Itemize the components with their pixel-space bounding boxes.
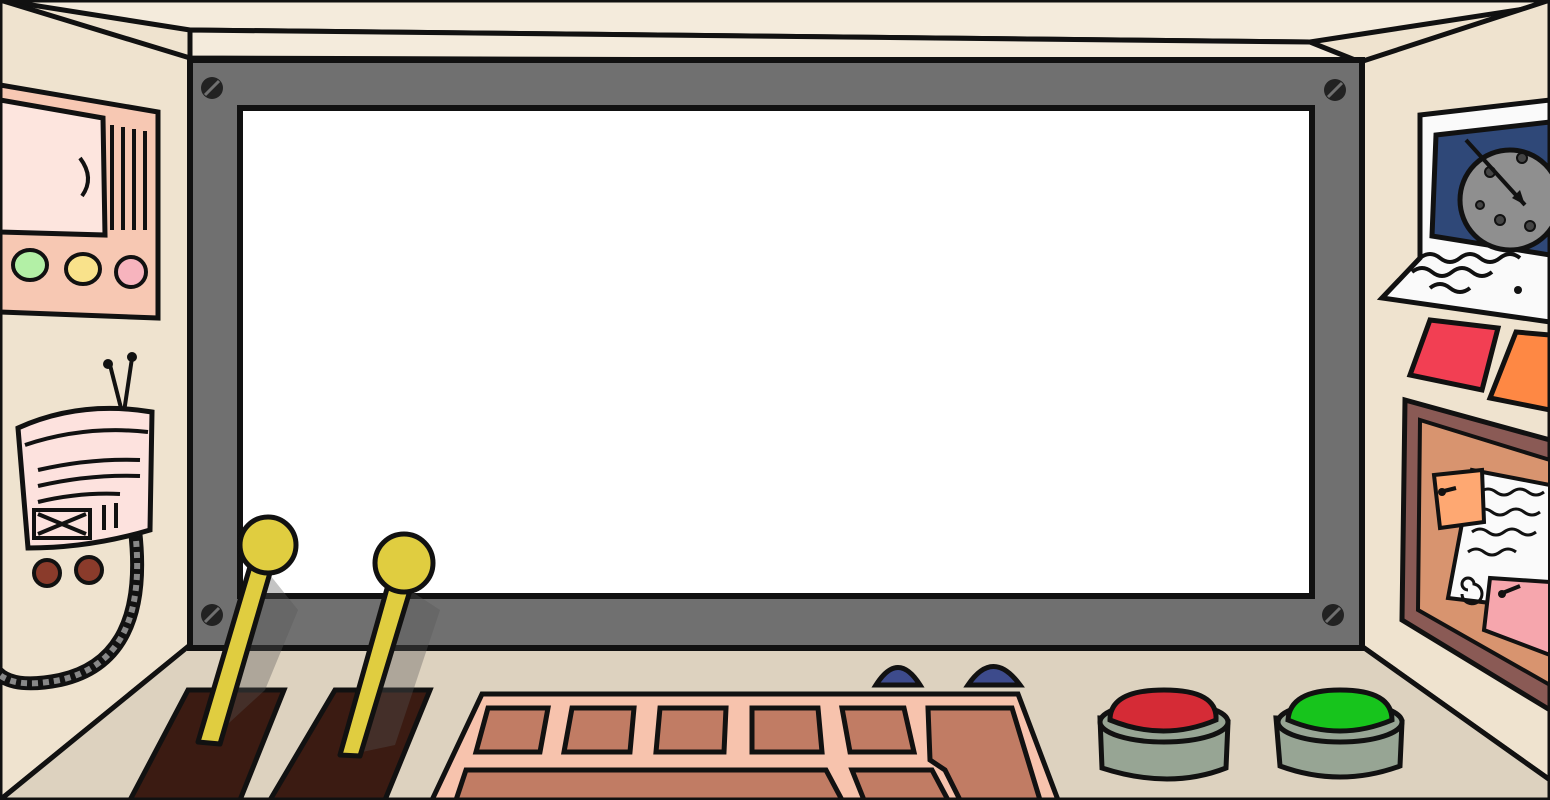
sticky-note-orange	[1431, 467, 1487, 531]
keypad	[429, 691, 1061, 800]
radio-knob[interactable]	[32, 558, 62, 588]
keypad-key[interactable]	[561, 705, 637, 755]
red-button[interactable]	[1097, 687, 1231, 782]
indicator-light-pink[interactable]	[114, 255, 148, 289]
cockpit-scene	[0, 0, 1550, 800]
indicator-light-green[interactable]	[11, 248, 49, 282]
viewscreen-display[interactable]	[237, 105, 1315, 599]
keypad-key[interactable]	[749, 705, 825, 755]
planet-icon	[1457, 147, 1550, 253]
keypad-key[interactable]	[653, 705, 729, 755]
left-monitor	[0, 97, 108, 238]
indicator-light-yellow[interactable]	[64, 252, 102, 286]
green-button[interactable]	[1273, 687, 1405, 780]
keypad-key[interactable]	[848, 767, 951, 800]
keypad-key[interactable]	[472, 705, 551, 755]
radio-knob[interactable]	[74, 555, 104, 585]
keypad-spacebar[interactable]	[453, 767, 845, 800]
viewscreen	[187, 57, 1365, 651]
keypad-key[interactable]	[839, 705, 918, 755]
left-control-panel	[0, 82, 161, 321]
